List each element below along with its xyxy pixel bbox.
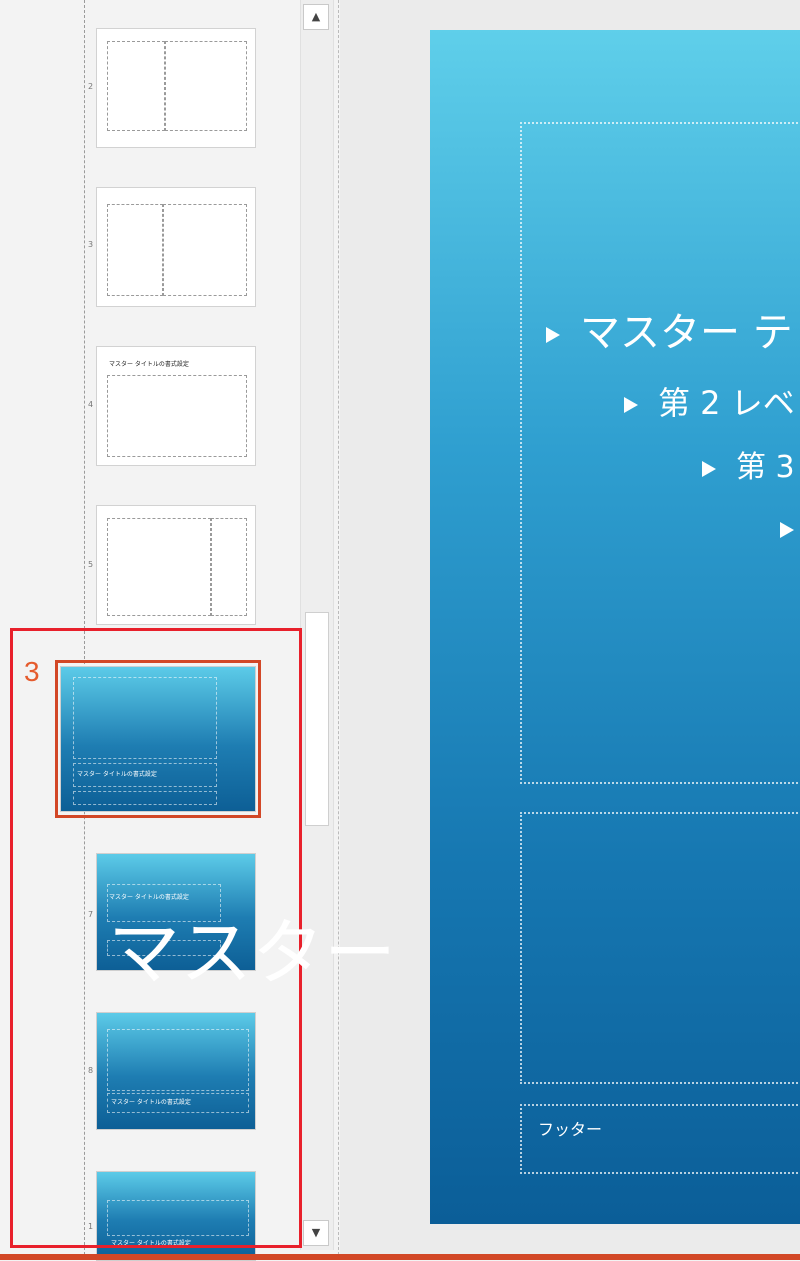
layout-thumbnail[interactable] — [96, 187, 256, 307]
ruler-tick: 3 — [88, 240, 94, 249]
scroll-thumb[interactable] — [305, 612, 329, 826]
thumb-placeholder — [107, 204, 163, 296]
thumb-placeholder — [165, 41, 247, 131]
thumbnail-scrollbar[interactable]: ▲ ▼ — [300, 0, 334, 1250]
bullet-text: マスター テ — [580, 310, 793, 356]
ruler-tick: 2 — [88, 82, 94, 91]
thumb-placeholder — [107, 41, 165, 131]
bullet-level-1: マスター テ — [546, 300, 793, 358]
pane-divider — [338, 0, 339, 1260]
status-accent-bar — [0, 1254, 800, 1260]
ruler-tick: 5 — [88, 560, 94, 569]
slide-title-text: マスター — [108, 911, 397, 995]
thumb-placeholder — [211, 518, 247, 616]
bullet-level-4 — [780, 514, 800, 544]
bullet-level-2: 第 2 レベ — [624, 378, 795, 424]
slide-thumbnail-pane: 2 3 4 5 7 8 1 マスター タイトルの書式設定 マスター タイトルの書… — [0, 0, 336, 1261]
bullet-text: 第 3 — [736, 450, 795, 485]
bullet-level-3: 第 3 — [702, 442, 795, 486]
thumb-title: マスター タイトルの書式設定 — [109, 361, 189, 368]
title-placeholder[interactable] — [520, 812, 800, 1084]
layout-thumbnail[interactable] — [96, 505, 256, 625]
slide-master-canvas[interactable]: マスター テ 第 2 レベ 第 3 — [430, 30, 800, 1224]
thumb-placeholder — [107, 518, 211, 616]
ruler-tick: 4 — [88, 400, 94, 409]
scroll-up-button[interactable]: ▲ — [303, 4, 329, 30]
bullet-arrow-icon — [624, 397, 638, 413]
layout-thumbnail[interactable]: マスター タイトルの書式設定 — [96, 346, 256, 466]
layout-thumbnail[interactable] — [96, 28, 256, 148]
bullet-arrow-icon — [702, 460, 716, 477]
scroll-down-button[interactable]: ▼ — [303, 1220, 329, 1246]
footer-text: フッター — [538, 1120, 603, 1139]
thumb-placeholder — [163, 204, 247, 296]
bullet-arrow-icon — [546, 327, 560, 343]
bullet-text: 第 2 レベ — [658, 384, 795, 422]
thumb-placeholder — [107, 375, 247, 457]
bullet-arrow-icon — [780, 521, 794, 538]
